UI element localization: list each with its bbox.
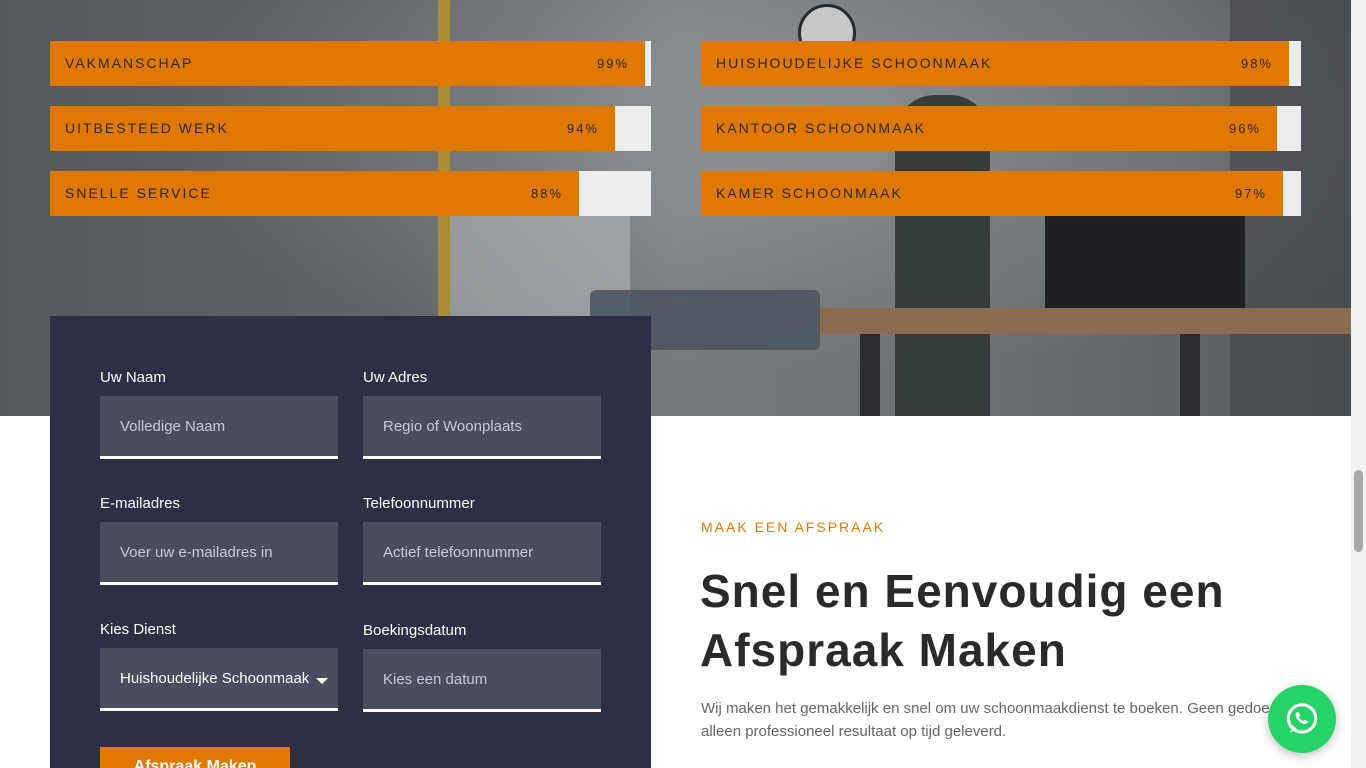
skill-bar-label: UITBESTEED WERK — [65, 120, 229, 136]
date-label: Boekingsdatum — [363, 622, 467, 639]
skill-bar-kantoor-schoonmaak: KANTOOR SCHOONMAAK 96% — [701, 106, 1301, 151]
skill-bar-percent: 88% — [530, 186, 563, 201]
service-select-value: Huishoudelijke Schoonmaak — [120, 669, 310, 687]
service-field-group: Kies Dienst Huishoudelijke Schoonmaak — [100, 620, 338, 711]
email-field-group: E-mailadres — [100, 494, 338, 585]
name-field-group: Uw Naam — [100, 368, 338, 459]
page: VAKMANSCHAP 99% UITBESTEED WERK 94% SNEL… — [0, 0, 1366, 768]
chevron-down-icon — [316, 678, 328, 684]
section-description: Wij maken het gemakkelijk en snel om uw … — [701, 697, 1281, 743]
skill-bar-label: SNELLE SERVICE — [65, 185, 212, 201]
date-field-group: Boekingsdatum — [363, 621, 601, 712]
phone-input[interactable] — [363, 522, 601, 585]
skill-bar-percent: 97% — [1234, 186, 1267, 201]
scrollbar-thumb[interactable] — [1354, 470, 1363, 552]
address-input[interactable] — [363, 396, 601, 459]
skill-bar-percent: 98% — [1240, 56, 1273, 71]
skill-bar-percent: 99% — [596, 56, 629, 71]
section-headline: Snel en Eenvoudig een Afspraak Maken — [700, 562, 1320, 680]
section-eyebrow: MAAK EEN AFSPRAAK — [701, 519, 886, 535]
skill-bar-percent: 96% — [1228, 121, 1261, 136]
whatsapp-icon — [1286, 703, 1318, 734]
phone-label: Telefoonnummer — [363, 495, 475, 512]
skill-bar-kamer-schoonmaak: KAMER SCHOONMAAK 97% — [701, 171, 1301, 216]
service-label: Kies Dienst — [100, 621, 176, 638]
page-scrollbar[interactable] — [1351, 0, 1366, 768]
headline-line-2: Afspraak Maken — [700, 624, 1067, 676]
name-label: Uw Naam — [100, 369, 166, 386]
email-label: E-mailadres — [100, 495, 181, 512]
skill-bar-label: KANTOOR SCHOONMAAK — [716, 120, 926, 136]
skill-bar-label: KAMER SCHOONMAAK — [716, 185, 903, 201]
address-label: Uw Adres — [363, 369, 428, 386]
skill-bar-vakmanschap: VAKMANSCHAP 99% — [50, 41, 651, 86]
date-input[interactable] — [363, 649, 601, 712]
submit-appointment-button[interactable]: Afspraak Maken — [100, 747, 290, 768]
booking-form: Uw Naam Uw Adres E-mailadres Telefoonnum… — [50, 316, 651, 768]
service-select[interactable]: Huishoudelijke Schoonmaak — [100, 648, 338, 711]
skill-bar-label: VAKMANSCHAP — [65, 55, 194, 71]
description-line-1: Wij maken het gemakkelijk en snel om uw … — [701, 700, 1274, 717]
email-input[interactable] — [100, 522, 338, 585]
skill-bar-huishoudelijke-schoonmaak: HUISHOUDELIJKE SCHOONMAAK 98% — [701, 41, 1301, 86]
whatsapp-button[interactable] — [1268, 685, 1336, 753]
address-field-group: Uw Adres — [363, 368, 601, 459]
skill-bar-percent: 94% — [566, 121, 599, 136]
headline-line-1: Snel en Eenvoudig een — [700, 565, 1225, 617]
skill-bar-uitbesteed-werk: UITBESTEED WERK 94% — [50, 106, 651, 151]
name-input[interactable] — [100, 396, 338, 459]
skill-bar-snelle-service: SNELLE SERVICE 88% — [50, 171, 651, 216]
phone-field-group: Telefoonnummer — [363, 494, 601, 585]
skill-bar-label: HUISHOUDELIJKE SCHOONMAAK — [716, 55, 993, 71]
description-line-2: alleen professioneel resultaat op tijd g… — [701, 723, 1007, 740]
